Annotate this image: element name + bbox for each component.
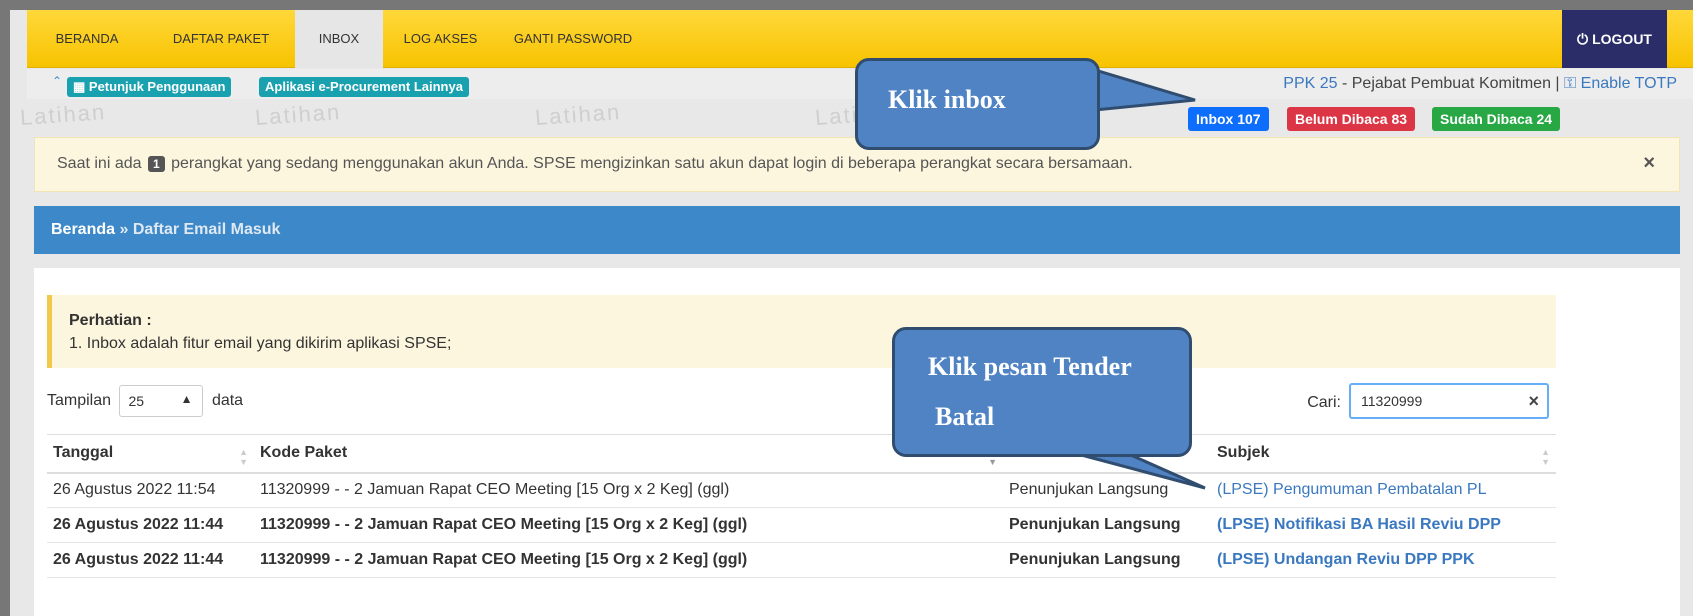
callout-klik-tender: Klik pesan Tender Batal (892, 327, 1192, 457)
callout-inbox-tail (1093, 67, 1196, 112)
callout-klik-inbox: Klik inbox (855, 58, 1100, 150)
callout-inbox-text: Klik inbox (888, 85, 1006, 114)
callout-tails (1054, 67, 1206, 490)
callout-tender-line2: Batal (935, 402, 995, 431)
callout-tender-line1: Klik pesan Tender (928, 352, 1132, 381)
browser-frame: BERANDA DAFTAR PAKET INBOX LOG AKSES GAN… (10, 10, 1693, 616)
